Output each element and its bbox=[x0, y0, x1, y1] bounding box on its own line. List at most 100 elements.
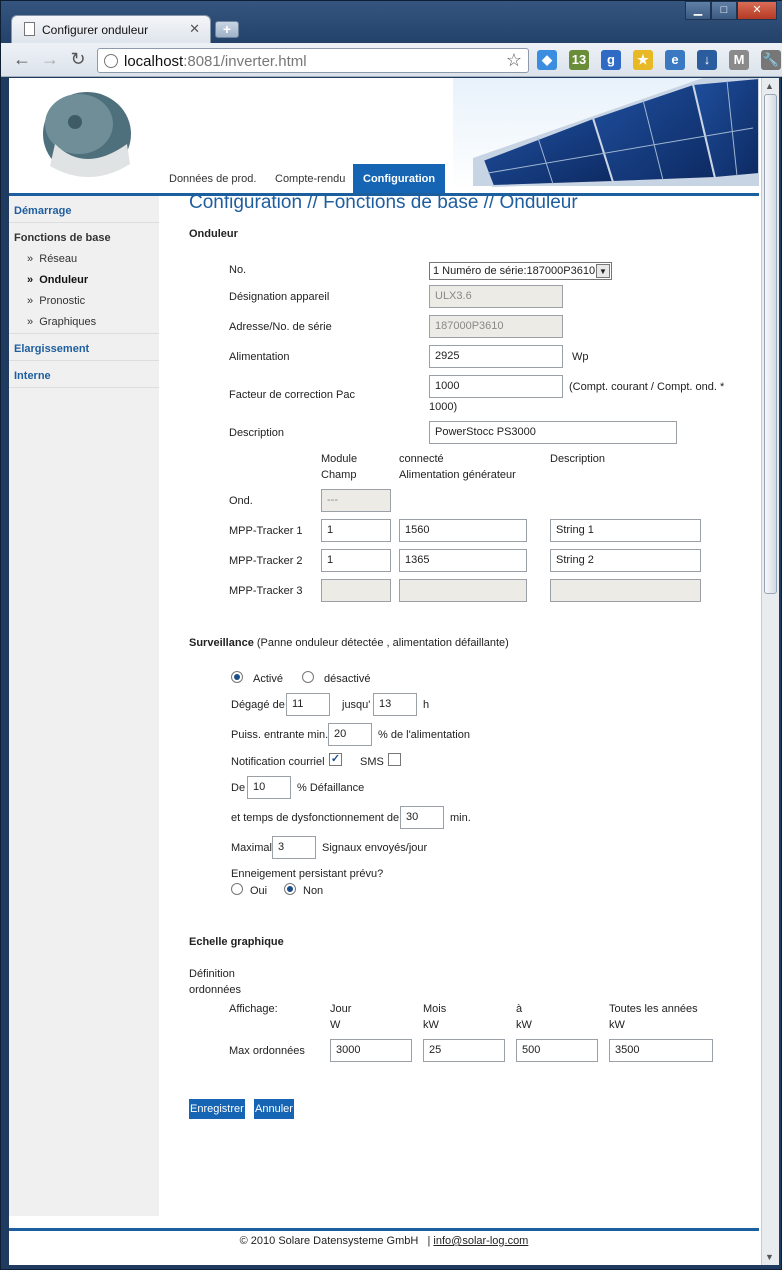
browser-tab[interactable]: Configurer onduleur ✕ bbox=[11, 15, 211, 43]
email-link[interactable]: info@solar-log.com bbox=[433, 1235, 528, 1247]
sms-checkbox[interactable] bbox=[388, 753, 401, 766]
download-icon[interactable]: ↓ bbox=[697, 50, 717, 70]
wrench-icon[interactable]: 🔧 bbox=[761, 50, 781, 70]
non-radio[interactable] bbox=[284, 883, 296, 895]
alimentation-unit: Wp bbox=[572, 351, 589, 363]
cancel-button[interactable]: Annuler bbox=[254, 1099, 294, 1119]
temps-field[interactable]: 30 bbox=[400, 806, 444, 829]
oui-radio[interactable] bbox=[231, 883, 243, 895]
enneigement-label: Enneigement persistant prévu? bbox=[231, 868, 384, 880]
ie-tab-icon[interactable]: e bbox=[665, 50, 685, 70]
no-label: No. bbox=[229, 264, 247, 276]
star-icon[interactable]: ★ bbox=[633, 50, 653, 70]
adresse-label: Adresse/No. de série bbox=[229, 321, 332, 333]
col-alimentation-header: Alimentation générateur bbox=[399, 469, 516, 481]
globe-icon bbox=[104, 54, 118, 68]
sidebar-item-elargissement[interactable]: Elargissement bbox=[14, 343, 89, 355]
tracker-2-desc-field[interactable]: String 2 bbox=[550, 549, 701, 572]
active-radio[interactable] bbox=[231, 671, 243, 683]
maximal-label: Maximal bbox=[231, 842, 272, 854]
new-tab-button[interactable]: + bbox=[215, 21, 239, 38]
tracker-1-desc-field[interactable]: String 1 bbox=[550, 519, 701, 542]
browser-toolbar: ← → ↻ localhost:8081/inverter.html ☆ ◆ 13… bbox=[1, 43, 782, 77]
max-ordonnees-label: Max ordonnées bbox=[229, 1045, 305, 1057]
designation-label: Désignation appareil bbox=[229, 291, 330, 303]
bookmark-star-icon[interactable]: ☆ bbox=[506, 50, 522, 71]
max-a-field[interactable]: 500 bbox=[516, 1039, 598, 1062]
inactive-label: désactivé bbox=[324, 673, 371, 685]
alimentation-field[interactable]: 2925 bbox=[429, 345, 563, 368]
tab-compte-rendu[interactable]: Compte-rendu bbox=[265, 164, 355, 194]
window-close-button[interactable]: ✕ bbox=[737, 1, 777, 20]
scrollbar-thumb[interactable] bbox=[764, 94, 777, 594]
gmail-icon[interactable]: M bbox=[729, 50, 749, 70]
facteur-label: Facteur de correction Pac bbox=[229, 389, 355, 401]
max-toutes-field[interactable]: 3500 bbox=[609, 1039, 713, 1062]
ordonnees-label: ordonnées bbox=[189, 984, 241, 996]
tab-close-icon[interactable]: ✕ bbox=[189, 21, 200, 37]
sidebar-divider bbox=[9, 387, 159, 388]
tab-donnees[interactable]: Données de prod. bbox=[159, 164, 266, 194]
degage-from-field[interactable]: 11 bbox=[286, 693, 330, 716]
tracker-3-module-field bbox=[321, 579, 391, 602]
dropbox-icon[interactable]: ◆ bbox=[537, 50, 557, 70]
google-icon[interactable]: g bbox=[601, 50, 621, 70]
affichage-label: Affichage: bbox=[229, 1003, 278, 1015]
max-mois-field[interactable]: 25 bbox=[423, 1039, 505, 1062]
col-toutes-unit: kW bbox=[609, 1019, 625, 1031]
scroll-up-icon[interactable]: ▲ bbox=[765, 81, 774, 91]
col-description-header: Description bbox=[550, 453, 606, 465]
address-bar[interactable]: localhost:8081/inverter.html ☆ bbox=[97, 48, 529, 73]
sidebar-item-demarrage[interactable]: Démarrage bbox=[14, 205, 71, 217]
facteur-hint: (Compt. courant / Compt. ond. * bbox=[569, 381, 725, 393]
de-label: De bbox=[231, 782, 246, 794]
temps-label: et temps de dysfonctionnement de bbox=[231, 812, 400, 824]
browser-window: Configurer onduleur ✕ + ▁ □ ✕ ← → ↻ loca… bbox=[0, 0, 782, 1270]
page-icon bbox=[24, 22, 35, 36]
max-jour-field[interactable]: 3000 bbox=[330, 1039, 412, 1062]
tracker-2-power-field[interactable]: 1365 bbox=[399, 549, 527, 572]
save-button[interactable]: Enregistrer bbox=[189, 1099, 245, 1119]
sidebar-item-pronostic[interactable]: » Pronostic bbox=[27, 295, 85, 307]
scroll-down-icon[interactable]: ▼ bbox=[765, 1252, 774, 1262]
notif-checkbox[interactable]: ✓ bbox=[329, 753, 342, 766]
sidebar-section-fonctions[interactable]: Fonctions de base bbox=[14, 232, 111, 244]
chevron-down-icon: ▼ bbox=[596, 264, 610, 278]
sidebar-item-graphiques[interactable]: » Graphiques bbox=[27, 316, 96, 328]
degage-to-field[interactable]: 13 bbox=[373, 693, 417, 716]
sidebar-item-interne[interactable]: Interne bbox=[14, 370, 51, 382]
puiss-field[interactable]: 20 bbox=[328, 723, 372, 746]
url-text: localhost:8081/inverter.html bbox=[124, 53, 307, 70]
tracker-2-module-field[interactable]: 1 bbox=[321, 549, 391, 572]
minimize-button[interactable]: ▁ bbox=[685, 1, 711, 20]
scrollbar[interactable]: ▲ ▼ bbox=[761, 78, 779, 1265]
ond-module-field: --- bbox=[321, 489, 391, 512]
sidebar-divider bbox=[9, 333, 159, 334]
maximize-button[interactable]: □ bbox=[711, 1, 737, 20]
facteur-field[interactable]: 1000 bbox=[429, 375, 563, 398]
main-content: Configuration // Fonctions de base // On… bbox=[159, 192, 759, 1216]
designation-field: ULX3.6 bbox=[429, 285, 563, 308]
de-field[interactable]: 10 bbox=[247, 776, 291, 799]
back-icon[interactable]: ← bbox=[11, 49, 33, 71]
tracker-1-module-field[interactable]: 1 bbox=[321, 519, 391, 542]
description-field[interactable]: PowerStocc PS3000 bbox=[429, 421, 677, 444]
reload-icon[interactable]: ↻ bbox=[67, 49, 89, 71]
inverter-select[interactable]: 1 Numéro de série:187000P3610 ▼ bbox=[429, 262, 612, 280]
definition-label: Définition bbox=[189, 968, 235, 980]
tab-configuration[interactable]: Configuration bbox=[353, 164, 446, 194]
maximal-field[interactable]: 3 bbox=[272, 836, 316, 859]
inactive-radio[interactable] bbox=[302, 671, 314, 683]
de-unit: % Défaillance bbox=[297, 782, 365, 794]
sidebar-item-onduleur[interactable]: » Onduleur bbox=[27, 274, 88, 286]
ond-label: Ond. bbox=[229, 495, 253, 507]
temps-unit: min. bbox=[450, 812, 471, 824]
tracker-1-power-field[interactable]: 1560 bbox=[399, 519, 527, 542]
calendar-badge-icon[interactable]: 13 bbox=[569, 50, 589, 70]
page-viewport: Données de prod. Compte-rendu Configurat… bbox=[9, 78, 761, 1265]
footer: © 2010 Solare Datensysteme GmbH | info@s… bbox=[9, 1235, 759, 1247]
forward-icon[interactable]: → bbox=[39, 49, 61, 71]
facteur-hint-2: 1000) bbox=[429, 401, 458, 413]
jusqu-label: jusqu' bbox=[342, 699, 371, 711]
sidebar-item-reseau[interactable]: » Réseau bbox=[27, 253, 77, 265]
